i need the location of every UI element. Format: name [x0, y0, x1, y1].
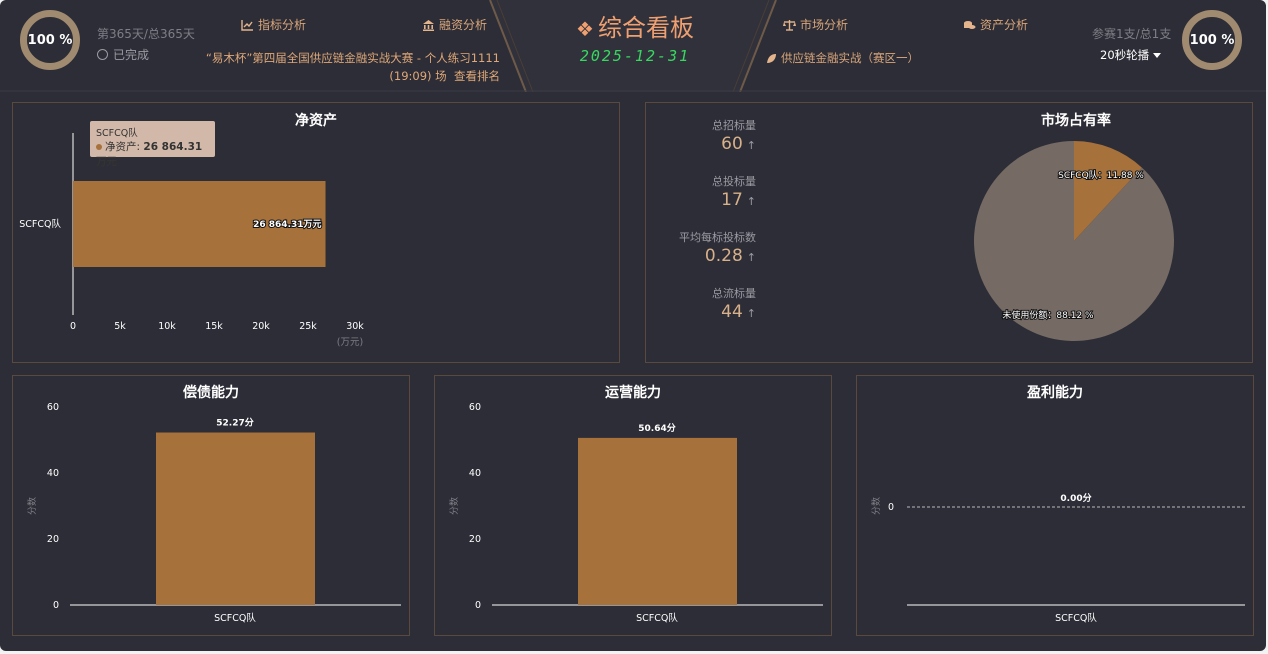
x-category-label: SCFCQ队 [214, 612, 256, 624]
nav-asset-analysis-label: 资产分析 [980, 18, 1029, 32]
x-axis-unit: (万元) [337, 337, 363, 348]
x-tick-label: 25k [299, 321, 317, 332]
scale-icon [783, 19, 796, 31]
x-tick-label: 10k [158, 321, 176, 332]
x-tick-label: 0 [70, 321, 76, 332]
y-tick-label: 0 [888, 502, 894, 513]
current-date: 2025-12-31 [579, 47, 691, 65]
tooltip-body: 净资产: 26 864.31万元 [96, 139, 209, 169]
bar-data-label: 0.00分 [1060, 492, 1091, 504]
pie-slice-label: 未使用份额：88.12 % [1002, 309, 1094, 321]
y-category-label: SCFCQ队 [19, 218, 61, 230]
dashboard-frame: 100 % 第365天/总365天 已完成 指标分析 融资分析 “易木杯”第四届… [0, 0, 1266, 651]
x-tick-label: 5k [114, 321, 126, 332]
market-share-panel: 市场占有率 总招标量 60 ↑ 总投标量 17 ↑ 平均每标投标数 0.28 ↑ 总流… [645, 102, 1253, 363]
x-tick-label: 15k [205, 321, 223, 332]
tooltip-team: SCFCQ队 [96, 128, 138, 139]
region-label: 供应链金融实战（赛区一） [781, 51, 919, 65]
progress-ring-left-value: 100 % [27, 32, 73, 48]
region-link[interactable]: 供应链金融实战（赛区一） [766, 50, 919, 66]
x-tick-label: 30k [346, 321, 364, 332]
y-tick-label: 60 [469, 402, 481, 413]
x-tick-label: 20k [252, 321, 270, 332]
y-axis-label: 分数 [26, 497, 38, 515]
y-tick-label: 20 [47, 534, 59, 545]
bar-data-label: 50.64分 [638, 422, 675, 434]
bar [156, 432, 315, 605]
nav-market-analysis-label: 市场分析 [800, 18, 849, 32]
caret-down-icon [1153, 52, 1162, 58]
bar [578, 437, 737, 605]
bar-data-label: 52.27分 [216, 417, 253, 429]
header: 100 % 第365天/总365天 已完成 指标分析 融资分析 “易木杯”第四届… [0, 0, 1266, 92]
solvency-panel: 偿债能力 分数 0 20 40 60 52.27分 SCFCQ队 [12, 375, 410, 636]
bank-icon [423, 19, 434, 31]
y-axis-label: 分数 [448, 497, 460, 515]
leaf-icon [767, 53, 776, 63]
competition-info: “易木杯”第四届全国供应链金融实战大赛 - 个人练习1111 (19:09) 场… [200, 49, 500, 85]
nav-indicator-analysis[interactable]: 指标分析 [241, 16, 306, 33]
completion-label: 已完成 [113, 48, 150, 62]
tooltip-label: 净资产: [105, 141, 141, 153]
progress-ring-left: 100 % [20, 10, 80, 70]
solvency-chart: 分数 0 20 40 60 52.27分 SCFCQ队 [26, 402, 401, 624]
pie-slice-label: SCFCQ队：11.88 % [1058, 169, 1144, 181]
page-title: ❖ 综合看板 [570, 8, 700, 43]
page-title-text: 综合看板 [597, 14, 694, 42]
profit-panel: 盈利能力 分数 0 0.00分 SCFCQ队 [856, 375, 1254, 636]
nav-financing-analysis-label: 融资分析 [439, 18, 488, 32]
bar-data-label: 26 864.31万元 [253, 219, 321, 230]
progress-ring-right: 100 % [1182, 10, 1242, 70]
rotation-label: 20秒轮播 [1100, 48, 1150, 62]
y-tick-label: 40 [469, 468, 481, 479]
y-tick-label: 0 [475, 600, 481, 611]
nav-indicator-analysis-label: 指标分析 [258, 18, 307, 32]
completion-status: 已完成 [97, 46, 149, 63]
x-category-label: SCFCQ队 [1055, 612, 1097, 624]
operation-panel: 运营能力 分数 0 20 40 60 50.64分 SCFCQ队 [434, 375, 832, 636]
y-axis-label: 分数 [870, 497, 882, 515]
line-chart-icon [241, 19, 253, 31]
market-share-pie: SCFCQ队：11.88 % 未使用份额：88.12 % [974, 141, 1174, 341]
x-category-label: SCFCQ队 [636, 612, 678, 624]
diamond-icon: ❖ [576, 17, 594, 41]
nav-asset-analysis[interactable]: 资产分析 [963, 16, 1028, 33]
competition-line-2: (19:09) 场 查看排名 [200, 67, 500, 85]
nav-market-analysis[interactable]: 市场分析 [783, 16, 848, 33]
circle-icon [97, 49, 108, 60]
y-tick-label: 0 [53, 600, 59, 611]
progress-ring-right-value: 100 % [1189, 32, 1235, 48]
participant-count: 参赛1支/总1支 [1092, 27, 1172, 41]
legend-dot-icon [96, 144, 102, 150]
net-assets-panel: 净资产 0 5k 10k 15k 20k 25k 30k (万元) SCFCQ队 26 864.3… [12, 102, 620, 363]
y-tick-label: 20 [469, 534, 481, 545]
coins-icon [964, 20, 976, 29]
y-tick-label: 60 [47, 402, 59, 413]
y-tick-label: 40 [47, 468, 59, 479]
net-assets-tooltip: SCFCQ队 净资产: 26 864.31万元 [90, 121, 215, 168]
competition-line-1: “易木杯”第四届全国供应链金融实战大赛 - 个人练习1111 [205, 51, 500, 65]
view-ranking-link[interactable]: 查看排名 [454, 69, 500, 83]
profit-chart: 分数 0 0.00分 SCFCQ队 [870, 492, 1245, 624]
competition-session: (19:09) 场 [389, 69, 447, 83]
day-counter: 第365天/总365天 [97, 27, 195, 41]
operation-chart: 分数 0 20 40 60 50.64分 SCFCQ队 [448, 402, 823, 624]
nav-financing-analysis[interactable]: 融资分析 [422, 16, 487, 33]
rotation-dropdown[interactable]: 20秒轮播 [1100, 47, 1162, 63]
